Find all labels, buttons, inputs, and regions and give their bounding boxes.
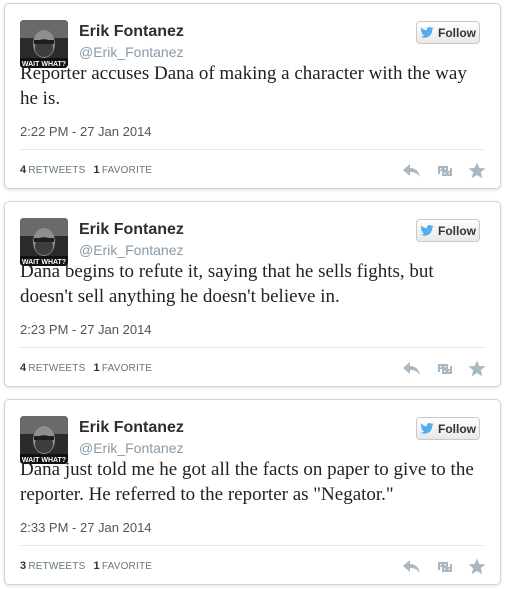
tweet-timestamp[interactable]: 2:33 PM - 27 Jan 2014 <box>20 520 152 535</box>
follow-button[interactable]: Follow <box>416 219 480 242</box>
follow-button[interactable]: Follow <box>416 21 480 44</box>
favorite-star-icon[interactable] <box>468 162 486 179</box>
retweet-icon[interactable] <box>434 163 456 179</box>
retweet-icon[interactable] <box>434 361 456 377</box>
tweet-timestamp[interactable]: 2:22 PM - 27 Jan 2014 <box>20 124 152 139</box>
tweet-timestamp[interactable]: 2:23 PM - 27 Jan 2014 <box>20 322 152 337</box>
favorite-star-icon[interactable] <box>468 558 486 575</box>
tweet-actions <box>402 558 486 575</box>
author-handle[interactable]: @Erik_Fontanez <box>79 44 183 60</box>
tweet-text: Dana begins to refute it, saying that he… <box>20 261 434 307</box>
twitter-bird-icon <box>420 423 434 434</box>
twitter-bird-icon <box>420 225 434 236</box>
follow-button[interactable]: Follow <box>416 417 480 440</box>
tweet-text: Reporter accuses Dana of making a charac… <box>20 63 467 109</box>
favorite-count[interactable]: 1 <box>94 164 100 176</box>
retweet-count[interactable]: 4 <box>20 362 26 374</box>
favorite-count[interactable]: 1 <box>94 362 100 374</box>
tweet-stats: 3 RETWEETS 1 FAVORITE <box>20 560 152 572</box>
follow-label: Follow <box>438 223 476 238</box>
divider <box>20 545 485 546</box>
favorites-label[interactable]: FAVORITE <box>102 165 152 176</box>
follow-label: Follow <box>438 25 476 40</box>
retweets-label[interactable]: RETWEETS <box>28 363 85 374</box>
author-name[interactable]: Erik Fontanez <box>79 419 184 437</box>
tweet-card: WAIT WHAT? Erik Fontanez @Erik_Fontanez … <box>4 399 501 585</box>
retweets-label[interactable]: RETWEETS <box>28 165 85 176</box>
tweet-text: Dana just told me he got all the facts o… <box>20 459 474 505</box>
tweet-stats: 4 RETWEETS 1 FAVORITE <box>20 164 152 176</box>
divider <box>20 347 485 348</box>
tweet-actions <box>402 360 486 377</box>
favorites-label[interactable]: FAVORITE <box>102 561 152 572</box>
favorite-count[interactable]: 1 <box>94 560 100 572</box>
author-handle[interactable]: @Erik_Fontanez <box>79 440 183 456</box>
author-name[interactable]: Erik Fontanez <box>79 23 184 41</box>
author-handle[interactable]: @Erik_Fontanez <box>79 242 183 258</box>
retweet-count[interactable]: 4 <box>20 164 26 176</box>
author-name[interactable]: Erik Fontanez <box>79 221 184 239</box>
tweet-stats: 4 RETWEETS 1 FAVORITE <box>20 362 152 374</box>
follow-label: Follow <box>438 421 476 436</box>
retweets-label[interactable]: RETWEETS <box>28 561 85 572</box>
tweet-card: WAIT WHAT? Erik Fontanez @Erik_Fontanez … <box>4 3 501 189</box>
reply-icon[interactable] <box>402 559 422 575</box>
tweet-actions <box>402 162 486 179</box>
retweet-icon[interactable] <box>434 559 456 575</box>
favorites-label[interactable]: FAVORITE <box>102 363 152 374</box>
reply-icon[interactable] <box>402 361 422 377</box>
twitter-bird-icon <box>420 27 434 38</box>
favorite-star-icon[interactable] <box>468 360 486 377</box>
tweet-card: WAIT WHAT? Erik Fontanez @Erik_Fontanez … <box>4 201 501 387</box>
divider <box>20 149 485 150</box>
reply-icon[interactable] <box>402 163 422 179</box>
tweet-feed: WAIT WHAT? Erik Fontanez @Erik_Fontanez … <box>0 0 505 589</box>
retweet-count[interactable]: 3 <box>20 560 26 572</box>
